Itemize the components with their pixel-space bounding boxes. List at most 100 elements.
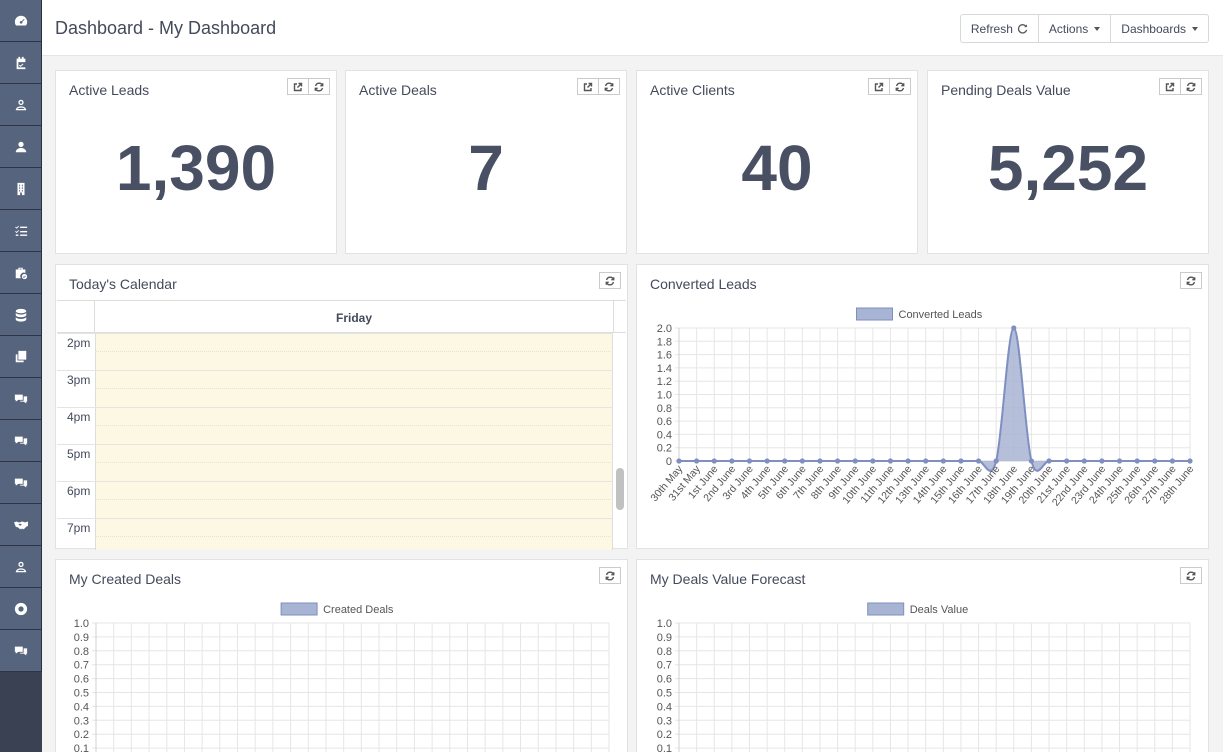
- sidebar-item-chat-3[interactable]: [0, 462, 42, 504]
- sidebar-item-contacts[interactable]: [0, 84, 42, 126]
- y-tick-label: 0.8: [657, 646, 672, 658]
- open-external-button[interactable]: [868, 78, 890, 95]
- sidebar-item-profile[interactable]: [0, 546, 42, 588]
- y-tick-label: 0.4: [657, 701, 672, 713]
- refresh-panel-button[interactable]: [598, 78, 620, 95]
- briefcase-check-icon: [15, 267, 27, 279]
- user-outline-icon: [15, 561, 26, 572]
- sidebar-item-calendar[interactable]: [0, 42, 42, 84]
- y-tick-label: 0.3: [657, 715, 672, 727]
- refresh-icon: [1186, 275, 1196, 286]
- kpi-panel-active-clients: Active Clients 40: [636, 70, 918, 254]
- data-point: [870, 458, 876, 464]
- data-point: [1081, 458, 1087, 464]
- dashboards-dropdown[interactable]: Dashboards: [1110, 15, 1208, 42]
- chat-icon: [14, 646, 27, 655]
- y-tick-label: 1.0: [657, 618, 672, 630]
- sidebar-item-chat-2[interactable]: [0, 420, 42, 462]
- open-external-button[interactable]: [1159, 78, 1181, 95]
- panel-title: My Deals Value Forecast: [650, 571, 806, 587]
- y-tick-label: 0.9: [74, 632, 89, 644]
- hour-label: 4pm: [67, 410, 91, 424]
- page-header: Dashboard - My Dashboard Refresh Actions…: [42, 0, 1223, 56]
- calendar-grid[interactable]: Friday 2pm 3pm 4pm 5pm 6pm 7pm: [57, 300, 626, 550]
- hour-label: 5pm: [67, 447, 91, 461]
- half-hour-line: [95, 462, 613, 463]
- data-point: [729, 458, 735, 464]
- task-list-icon: [14, 225, 27, 236]
- data-point: [799, 458, 805, 464]
- refresh-button[interactable]: Refresh: [961, 15, 1038, 42]
- y-tick-label: 0.6: [74, 674, 89, 686]
- data-point: [817, 458, 823, 464]
- sidebar-item-deals[interactable]: [0, 252, 42, 294]
- data-point: [923, 458, 929, 464]
- y-tick-label: 2.0: [657, 323, 672, 335]
- hour-line: [57, 481, 613, 482]
- caret-down-icon: [1094, 26, 1101, 31]
- handshake-icon: [13, 521, 28, 529]
- created-deals-panel: My Created Deals Created Deals 1.0 0.9 0.8 0…: [55, 559, 628, 752]
- y-tick-label: 0.6: [657, 674, 672, 686]
- refresh-icon: [1017, 24, 1028, 34]
- panel-title: Converted Leads: [650, 276, 757, 292]
- refresh-panel-button[interactable]: [1180, 567, 1202, 584]
- refresh-panel-button[interactable]: [889, 78, 911, 95]
- sidebar-item-chat-4[interactable]: [0, 630, 42, 672]
- sidebar-item-chat-1[interactable]: [0, 378, 42, 420]
- refresh-icon: [1186, 570, 1196, 581]
- refresh-panel-button[interactable]: [599, 272, 621, 289]
- refresh-panel-button[interactable]: [1180, 272, 1202, 289]
- data-point: [676, 458, 682, 464]
- y-tick-label: 0.7: [74, 660, 89, 672]
- deals-value-forecast-panel: My Deals Value Forecast Deals Value 1.0 0.…: [636, 559, 1209, 752]
- data-point: [852, 458, 858, 464]
- series-area: [679, 328, 1190, 471]
- refresh-icon: [314, 81, 324, 92]
- sidebar-item-companies[interactable]: [0, 168, 42, 210]
- y-tick-label: 1.6: [657, 350, 672, 362]
- open-external-button[interactable]: [577, 78, 599, 95]
- chat-icon: [14, 436, 27, 445]
- copy-icon: [15, 350, 26, 362]
- hour-label: 6pm: [67, 484, 91, 498]
- sidebar-item-dashboard[interactable]: [0, 0, 42, 42]
- sidebar-item-database[interactable]: [0, 294, 42, 336]
- refresh-panel-button[interactable]: [599, 567, 621, 584]
- refresh-panel-button[interactable]: [308, 78, 330, 95]
- half-hour-line: [95, 351, 613, 352]
- data-point: [834, 458, 841, 464]
- header-button-group: Refresh Actions Dashboards: [959, 14, 1209, 43]
- data-point: [1116, 458, 1123, 464]
- legend-label: Created Deals: [323, 604, 394, 616]
- y-tick-label: 0.2: [657, 729, 672, 741]
- y-tick-label: 1.0: [74, 618, 89, 630]
- data-point: [1064, 458, 1070, 464]
- kpi-panel-pending-deals-value: Pending Deals Value 5,252: [927, 70, 1209, 254]
- sidebar-item-partners[interactable]: [0, 504, 42, 546]
- legend-swatch: [856, 307, 893, 321]
- refresh-panel-button[interactable]: [1180, 78, 1202, 95]
- y-tick-label: 0.8: [74, 646, 89, 658]
- sidebar-item-users[interactable]: [0, 126, 42, 168]
- panel-title: Pending Deals Value: [941, 82, 1071, 98]
- open-external-button[interactable]: [287, 78, 309, 95]
- deals-value-forecast-chart: Deals Value 1.0 0.9 0.8 0.7 0.6 0.50.4 0.3 0.2 0.…: [657, 602, 1191, 752]
- data-point: [975, 458, 982, 464]
- half-hour-line: [95, 388, 613, 389]
- sidebar-item-support[interactable]: [0, 588, 42, 630]
- hour-line: [57, 407, 613, 408]
- data-point: [1099, 458, 1105, 464]
- actions-label: Actions: [1048, 21, 1089, 36]
- calendar-panel: Today's Calendar Friday 2pm 3pm 4pm 5pm …: [55, 264, 628, 550]
- kpi-value: 40: [741, 132, 813, 204]
- actions-dropdown[interactable]: Actions: [1037, 15, 1110, 42]
- created-deals-chart: Created Deals 1.0 0.9 0.8 0.7 0.6 0.50.4 0.3 0.2…: [74, 602, 610, 752]
- sidebar-item-documents[interactable]: [0, 336, 42, 378]
- sidebar-item-tasks[interactable]: [0, 210, 42, 252]
- calendar-scrollbar[interactable]: [616, 468, 624, 510]
- panel-title: Active Deals: [359, 82, 437, 98]
- kpi-value: 7: [468, 132, 504, 204]
- hour-label: 3pm: [67, 373, 91, 387]
- data-point: [1169, 458, 1175, 464]
